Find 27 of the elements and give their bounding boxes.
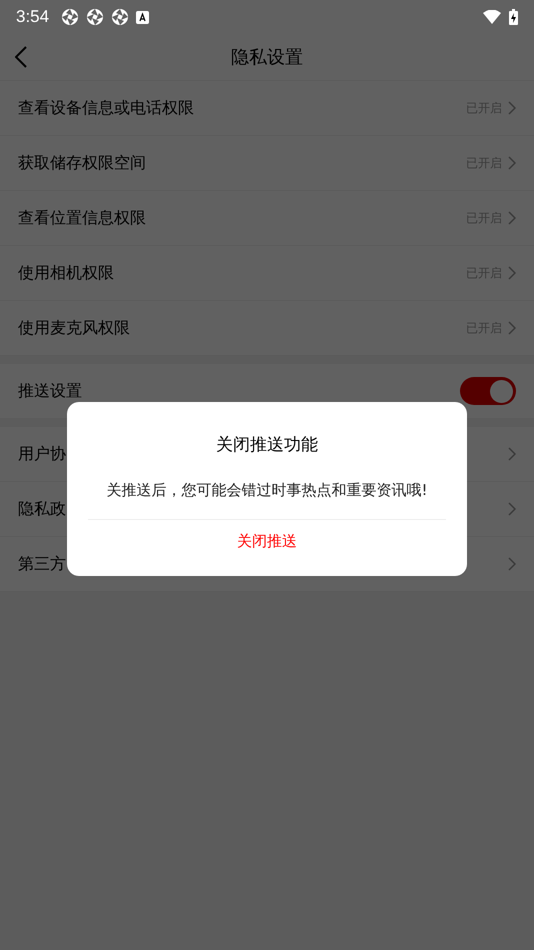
- push-label: 推送设置: [18, 380, 82, 402]
- chevron-right-icon: [508, 156, 516, 170]
- page-title: 隐私设置: [231, 46, 303, 70]
- status-time: 3:54: [16, 6, 50, 28]
- chevron-right-icon: [508, 447, 516, 461]
- dialog-message: 关推送后，您可能会错过时事热点和重要资讯哦!: [106, 480, 428, 500]
- chevron-right-icon: [508, 502, 516, 516]
- link-label: 用户协: [18, 443, 66, 465]
- permission-label: 使用麦克风权限: [18, 317, 130, 339]
- battery-icon: [509, 9, 518, 25]
- chevron-right-icon: [508, 101, 516, 115]
- permission-label: 查看位置信息权限: [18, 207, 146, 229]
- wifi-icon: [483, 10, 501, 24]
- permission-label: 查看设备信息或电话权限: [18, 97, 194, 119]
- push-toggle[interactable]: [460, 377, 516, 405]
- chevron-right-icon: [508, 557, 516, 571]
- chevron-right-icon: [508, 321, 516, 335]
- permission-label: 使用相机权限: [18, 262, 114, 284]
- dialog-title: 关闭推送功能: [216, 434, 318, 457]
- keyboard-icon: [136, 10, 150, 24]
- chevron-right-icon: [508, 211, 516, 225]
- link-label: 第三方: [18, 553, 66, 575]
- permission-label: 获取储存权限空间: [18, 152, 146, 174]
- back-icon[interactable]: [15, 46, 27, 68]
- link-label: 隐私政: [18, 498, 66, 520]
- close-push-button[interactable]: 关闭推送: [229, 530, 305, 552]
- chevron-right-icon: [508, 266, 516, 280]
